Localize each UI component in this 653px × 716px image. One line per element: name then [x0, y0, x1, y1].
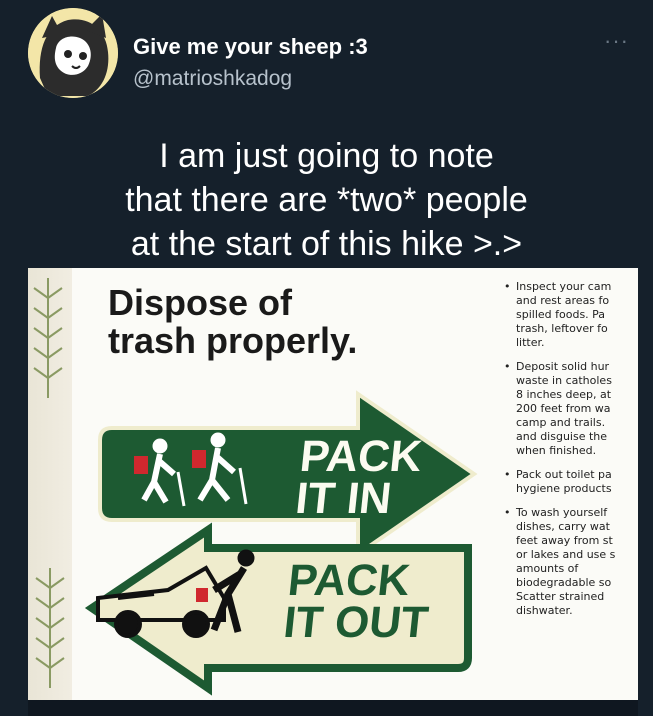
tweet-text-line: at the start of this hike >.>	[130, 225, 523, 263]
sign-tip-line: hygiene products	[516, 482, 612, 495]
pack-it-out-line: PACK	[285, 556, 413, 605]
sign-tip-line: and disguise the	[516, 430, 608, 443]
sign-tips-list: Inspect your cam and rest areas fo spill…	[504, 280, 634, 628]
more-options-icon[interactable]: ···	[604, 28, 629, 54]
sign-tip-line: biodegradable so	[516, 576, 612, 589]
sign-tip-line: amounts of	[516, 562, 579, 575]
sign-tip-line: dishes, carry wat	[516, 520, 610, 533]
sign-tip: To wash yourself dishes, carry wat feet …	[504, 506, 634, 618]
sign-tip-line: Pack out toilet pa	[516, 468, 612, 481]
tweet-text-line: I am just going to note	[159, 137, 494, 175]
sign-tip-line: 8 inches deep, at	[516, 388, 612, 401]
avatar[interactable]	[28, 8, 118, 98]
pack-it-out-text: PACK IT OUT	[281, 556, 435, 647]
sign-tip-line: To wash yourself	[516, 506, 608, 519]
tweet-media-image[interactable]: Dispose of trash properly. PACK IT IN PA…	[28, 268, 638, 700]
sign-tip-line: dishwater.	[516, 604, 573, 617]
pack-it-out-line: IT OUT	[281, 598, 431, 647]
sign-tip-line: and rest areas fo	[516, 294, 610, 307]
sign-tip-line: waste in catholes	[516, 374, 612, 387]
pack-it-in-line: IT IN	[293, 474, 394, 523]
pack-it-in-line: PACK	[297, 432, 425, 481]
sign-tip: Inspect your cam and rest areas fo spill…	[504, 280, 634, 350]
sign-tip-line: Deposit solid hur	[516, 360, 610, 373]
tweet-text: I am just going to note that there are *…	[0, 134, 653, 266]
pack-it-in-text: PACK IT IN	[293, 432, 425, 523]
tweet-text-line: that there are *two* people	[125, 181, 528, 219]
pack-it-in-arrows-icon	[84, 390, 478, 696]
sign-tip-line: Scatter strained	[516, 590, 605, 603]
sign-tip-line: trash, leftover fo	[516, 322, 608, 335]
media-bottom-edge	[28, 700, 638, 716]
sign-tip: Deposit solid hur waste in catholes 8 in…	[504, 360, 634, 458]
sign-tip-line: 200 feet from wa	[516, 402, 611, 415]
sign-tip: Pack out toilet pa hygiene products	[504, 468, 634, 496]
user-handle[interactable]: @matrioshkadog	[133, 66, 292, 91]
sign-tip-line: spilled foods. Pa	[516, 308, 606, 321]
sign-tip-line: Inspect your cam	[516, 280, 612, 293]
avatar-image-icon	[28, 8, 118, 98]
sign-tip-line: camp and trails.	[516, 416, 606, 429]
display-name[interactable]: Give me your sheep :3	[133, 34, 368, 60]
sign-tip-line: or lakes and use s	[516, 548, 616, 561]
sign-tip-line: when finished.	[516, 444, 597, 457]
sign-tip-line: litter.	[516, 336, 545, 349]
sign-tip-line: feet away from st	[516, 534, 613, 547]
